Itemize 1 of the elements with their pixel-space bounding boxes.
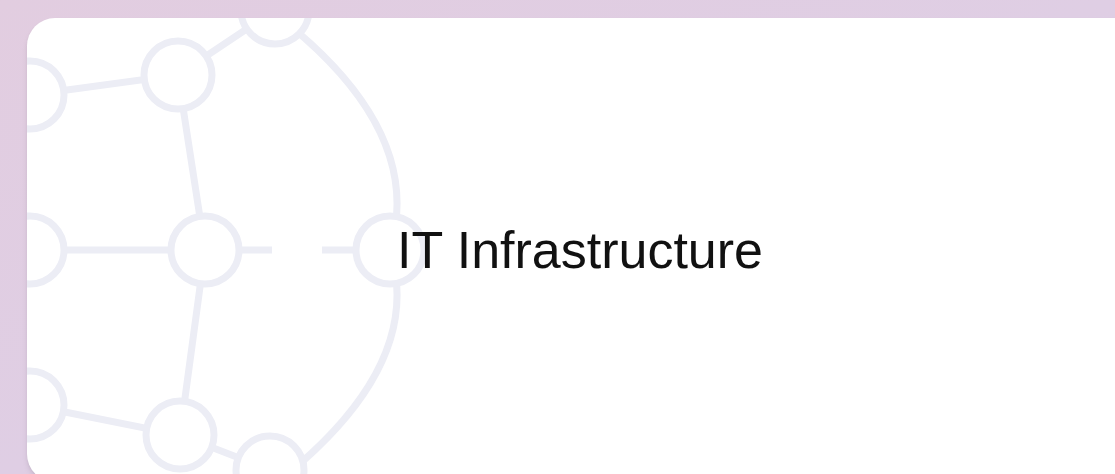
card-title: IT Infrastructure — [396, 220, 764, 281]
